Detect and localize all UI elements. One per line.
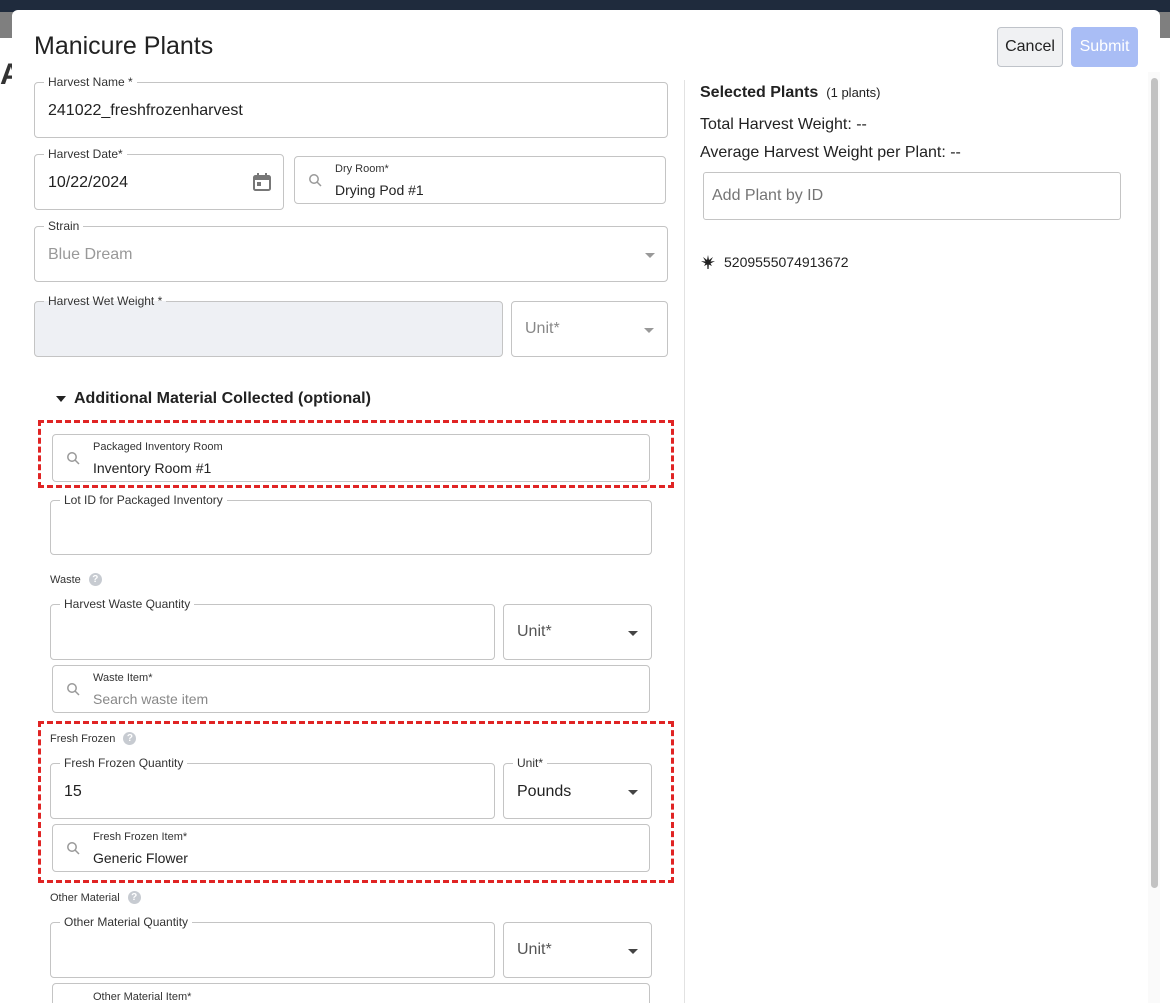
help-icon[interactable]: ? xyxy=(88,573,102,586)
help-icon[interactable]: ? xyxy=(127,891,141,904)
total-harvest-weight: Total Harvest Weight: -- xyxy=(700,116,867,133)
harvest-wet-weight-label: Harvest Wet Weight * xyxy=(44,294,167,308)
packaged-inventory-room-value: Inventory Room #1 xyxy=(93,460,212,476)
column-divider xyxy=(684,80,685,1003)
harvest-date-value: 10/22/2024 xyxy=(48,174,129,191)
fresh-frozen-unit-value: Pounds xyxy=(517,783,572,800)
harvest-name-value: 241022_freshfrozenharvest xyxy=(48,102,243,119)
other-material-item-label: Other Material Item* xyxy=(93,991,192,1003)
help-icon[interactable]: ? xyxy=(123,732,137,745)
waste-section-label: Waste ? xyxy=(50,573,102,586)
harvest-name-label: Harvest Name * xyxy=(44,75,137,89)
selected-plant-item: 5209555074913672 xyxy=(700,254,849,270)
dry-room-value: Drying Pod #1 xyxy=(335,182,424,198)
fresh-frozen-quantity-value: 15 xyxy=(64,783,82,800)
manicure-plants-modal: Manicure Plants Cancel Submit Harvest Na… xyxy=(12,10,1160,1003)
submit-button[interactable]: Submit xyxy=(1071,27,1138,67)
other-material-unit-select[interactable]: Unit* xyxy=(503,922,652,978)
other-material-unit-placeholder: Unit* xyxy=(517,941,552,958)
harvest-name-field[interactable]: Harvest Name * 241022_freshfrozenharvest xyxy=(34,75,668,138)
fresh-frozen-unit-select[interactable]: Unit* Pounds xyxy=(503,756,652,819)
fresh-frozen-section-label: Fresh Frozen ? xyxy=(50,732,137,745)
lot-id-field[interactable]: Lot ID for Packaged Inventory xyxy=(50,493,652,555)
packaged-inventory-room-search[interactable]: Packaged Inventory Room Inventory Room #… xyxy=(52,434,650,482)
waste-item-placeholder: Search waste item xyxy=(93,691,209,707)
other-material-quantity-field[interactable]: Other Material Quantity xyxy=(50,915,495,978)
additional-material-toggle[interactable]: Additional Material Collected (optional) xyxy=(56,390,371,408)
dry-room-label: Dry Room* xyxy=(335,163,389,175)
other-material-section-label: Other Material ? xyxy=(50,891,141,904)
search-icon xyxy=(67,683,80,696)
modal-scrollbar-thumb[interactable] xyxy=(1151,78,1158,888)
calendar-icon[interactable] xyxy=(251,171,273,193)
selected-plants-count: (1 plants) xyxy=(826,85,881,100)
fresh-frozen-quantity-label: Fresh Frozen Quantity xyxy=(60,756,188,770)
packaged-inventory-room-label: Packaged Inventory Room xyxy=(93,441,223,453)
harvest-waste-quantity-label: Harvest Waste Quantity xyxy=(60,597,195,611)
selected-plants-heading: Selected Plants (1 plants) xyxy=(700,84,880,102)
chevron-down-icon xyxy=(628,790,638,795)
chevron-down-icon xyxy=(645,253,655,258)
harvest-waste-quantity-field[interactable]: Harvest Waste Quantity xyxy=(50,597,495,660)
plant-id: 5209555074913672 xyxy=(724,254,849,270)
dry-room-search[interactable]: Dry Room* Drying Pod #1 xyxy=(294,156,666,204)
search-icon xyxy=(309,174,322,187)
additional-material-title: Additional Material Collected (optional) xyxy=(74,390,371,407)
selected-plants-title: Selected Plants xyxy=(700,84,819,101)
add-plant-by-id-input[interactable] xyxy=(703,172,1121,220)
harvest-wet-weight-field[interactable]: Harvest Wet Weight * xyxy=(34,294,503,357)
harvest-date-field[interactable]: Harvest Date* 10/22/2024 xyxy=(34,147,284,210)
fresh-frozen-item-search[interactable]: Fresh Frozen Item* Generic Flower xyxy=(52,824,650,872)
average-harvest-weight: Average Harvest Weight per Plant: -- xyxy=(700,144,961,161)
search-icon xyxy=(67,452,80,465)
waste-unit-placeholder: Unit* xyxy=(517,623,552,640)
harvest-date-label: Harvest Date* xyxy=(44,147,127,161)
strain-label: Strain xyxy=(44,219,84,233)
background-page-left xyxy=(0,38,12,1003)
waste-item-label: Waste Item* xyxy=(93,672,153,684)
waste-item-search[interactable]: Waste Item* Search waste item xyxy=(52,665,650,713)
waste-unit-select[interactable]: Unit* xyxy=(503,604,652,660)
other-material-quantity-label: Other Material Quantity xyxy=(60,915,193,929)
cannabis-leaf-icon xyxy=(701,255,715,269)
cancel-button[interactable]: Cancel xyxy=(997,27,1063,67)
wet-weight-unit-placeholder: Unit* xyxy=(525,320,560,337)
background-page-right xyxy=(1160,38,1170,1003)
lot-id-label: Lot ID for Packaged Inventory xyxy=(60,493,227,507)
strain-value: Blue Dream xyxy=(48,246,133,263)
caret-down-icon xyxy=(56,396,66,402)
fresh-frozen-unit-label: Unit* xyxy=(513,756,548,770)
wet-weight-unit-select[interactable]: Unit* xyxy=(511,301,668,357)
strain-select[interactable]: Strain Blue Dream xyxy=(34,219,668,282)
fresh-frozen-item-label: Fresh Frozen Item* xyxy=(93,831,188,843)
fresh-frozen-quantity-field[interactable]: Fresh Frozen Quantity 15 xyxy=(50,756,495,819)
other-material-item-search[interactable]: Other Material Item* xyxy=(52,983,650,1003)
fresh-frozen-item-value: Generic Flower xyxy=(93,850,188,866)
search-icon xyxy=(67,842,80,855)
chevron-down-icon xyxy=(628,631,638,636)
modal-title: Manicure Plants xyxy=(34,32,214,60)
chevron-down-icon xyxy=(628,949,638,954)
chevron-down-icon xyxy=(644,328,654,333)
